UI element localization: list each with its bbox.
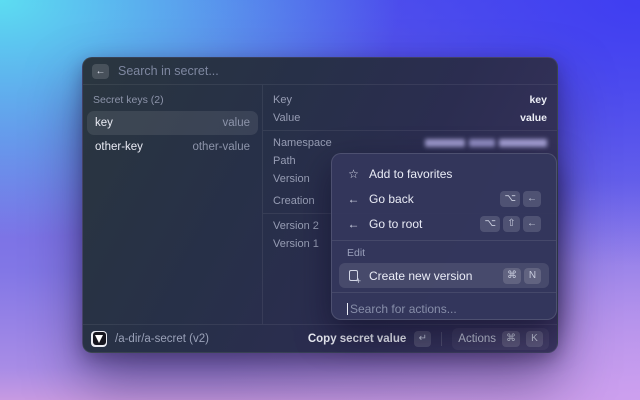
menu-divider bbox=[332, 292, 556, 293]
detail-divider bbox=[263, 130, 557, 131]
menu-divider bbox=[332, 240, 556, 241]
secret-path: /a-dir/a-secret (v2) bbox=[115, 332, 209, 345]
row-label: Version bbox=[273, 173, 310, 185]
copy-secret-value-button[interactable]: Copy secret value bbox=[308, 333, 406, 345]
secret-keys-panel: Secret keys (2) key value other-key othe… bbox=[83, 85, 263, 324]
detail-row-value: Value value bbox=[273, 109, 547, 127]
list-item-key[interactable]: key value bbox=[87, 111, 258, 135]
item-value: value bbox=[222, 117, 251, 129]
actions-search-input[interactable]: Search for actions... bbox=[339, 297, 549, 316]
option-keycap: ⌥ bbox=[480, 215, 500, 232]
status-bar: /a-dir/a-secret (v2) Copy secret value ↵… bbox=[83, 324, 557, 352]
shortcut-keys: ⌥ ⇧ ← bbox=[480, 215, 541, 232]
n-keycap: N bbox=[524, 267, 541, 284]
arrow-left-icon: ← bbox=[347, 216, 360, 231]
back-arrow-icon: ← bbox=[95, 65, 106, 77]
shortcut-keys: ⌘ N bbox=[503, 267, 541, 284]
search-input[interactable]: Search in secret... bbox=[118, 64, 219, 78]
vault-logo-icon bbox=[91, 330, 107, 347]
actions-button[interactable]: Actions ⌘ K bbox=[452, 327, 549, 350]
left-arrow-keycap: ← bbox=[523, 190, 541, 207]
return-keycap: ↵ bbox=[414, 330, 432, 347]
command-keycap: ⌘ bbox=[502, 330, 520, 347]
row-label: Version 1 bbox=[273, 238, 319, 250]
redacted-namespace-value bbox=[425, 139, 547, 147]
statusbar-divider bbox=[441, 331, 443, 346]
shortcut-keys: ⌥ ← bbox=[500, 190, 541, 207]
back-button[interactable]: ← bbox=[92, 63, 109, 79]
text-caret bbox=[347, 303, 348, 315]
row-label: Namespace bbox=[273, 137, 332, 149]
item-value: other-value bbox=[192, 141, 250, 153]
k-keycap: K bbox=[526, 330, 543, 347]
secret-keys-title: Secret keys (2) bbox=[93, 94, 164, 106]
item-name: key bbox=[95, 117, 113, 129]
menu-item-label: Create new version bbox=[369, 268, 473, 283]
actions-search-placeholder: Search for actions... bbox=[350, 302, 457, 316]
command-keycap: ⌘ bbox=[503, 267, 521, 284]
menu-item-label: Go to root bbox=[369, 216, 423, 231]
row-label: Key bbox=[273, 94, 292, 106]
item-name: other-key bbox=[95, 141, 143, 153]
menu-item-label: Add to favorites bbox=[369, 166, 453, 181]
list-item-other-key[interactable]: other-key other-value bbox=[87, 135, 258, 159]
menu-item-create-new-version[interactable]: Create new version ⌘ N bbox=[339, 263, 549, 288]
option-keycap: ⌥ bbox=[500, 190, 520, 207]
row-value: key bbox=[529, 94, 547, 106]
row-label: Creation bbox=[273, 195, 315, 207]
menu-item-go-to-root[interactable]: ← Go to root ⌥ ⇧ ← bbox=[339, 211, 549, 236]
detail-row-namespace: Namespace bbox=[273, 134, 547, 152]
app-window: ← Search in secret... Secret keys (2) ke… bbox=[82, 57, 558, 353]
menu-item-label: Go back bbox=[369, 191, 414, 206]
arrow-left-icon: ← bbox=[347, 191, 360, 206]
left-arrow-keycap: ← bbox=[523, 215, 541, 232]
row-label: Path bbox=[273, 155, 296, 167]
actions-menu-popup: ☆ Add to favorites ← Go back ⌥ ← ← Go to… bbox=[331, 153, 557, 320]
menu-item-add-to-favorites[interactable]: ☆ Add to favorites bbox=[339, 161, 549, 186]
row-value: value bbox=[520, 112, 547, 124]
menu-section-edit: Edit bbox=[347, 247, 366, 259]
menu-item-go-back[interactable]: ← Go back ⌥ ← bbox=[339, 186, 549, 211]
row-label: Version 2 bbox=[273, 220, 319, 232]
search-header: ← Search in secret... bbox=[83, 58, 557, 85]
star-icon: ☆ bbox=[348, 166, 359, 181]
actions-label: Actions bbox=[458, 332, 496, 345]
row-label: Value bbox=[273, 112, 301, 124]
shift-keycap: ⇧ bbox=[503, 215, 520, 232]
new-version-icon bbox=[349, 270, 361, 286]
detail-row-key: Key key bbox=[273, 91, 547, 109]
